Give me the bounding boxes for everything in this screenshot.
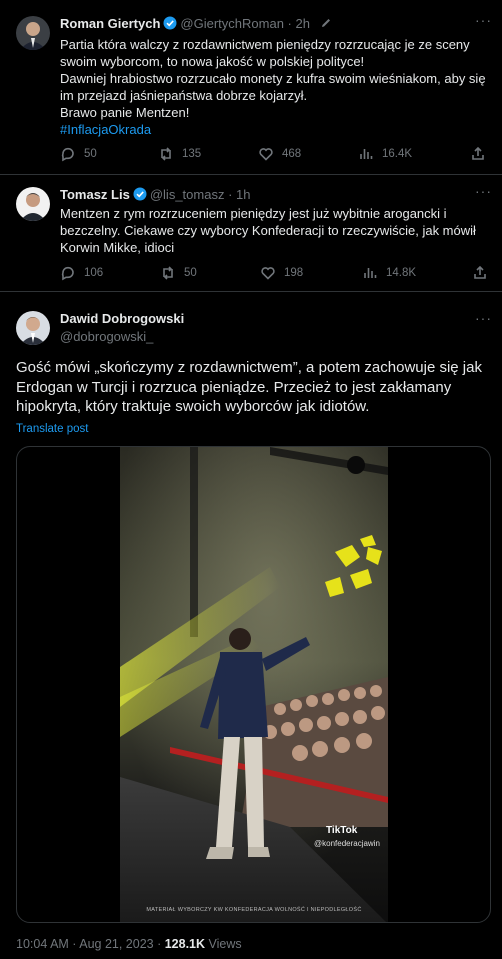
body-line: Partia która walczy z rozdawnictwem pien… (60, 37, 470, 52)
post-timestamp[interactable]: 10:04 AM · Aug 21, 2023 · (16, 937, 165, 951)
tweet-header: Roman Giertych @GiertychRoman · 2h (60, 16, 332, 31)
tweet-body: Partia która walczy z rozdawnictwem pien… (60, 36, 496, 138)
retweet-count: 50 (184, 267, 197, 279)
action-bar: 50 135 468 16.4K (60, 146, 490, 162)
like-count: 468 (282, 148, 302, 160)
text-line: Erdogan w Turcji i rozrzuca pieniądze. P… (16, 378, 452, 396)
more-options-icon[interactable]: ··· (475, 12, 492, 28)
reply-count: 106 (84, 267, 104, 279)
hashtag-link[interactable]: #InflacjaOkrada (60, 121, 496, 138)
share-icon (472, 146, 484, 160)
retweet-button[interactable]: 135 (158, 146, 201, 162)
author-name[interactable]: Dawid Dobrogowski (60, 311, 184, 326)
tweet-giertych[interactable]: Roman Giertych @GiertychRoman · 2h ··· Pa… (0, 0, 502, 175)
views-label: Views (205, 937, 242, 951)
post-meta: 10:04 AM · Aug 21, 2023 · 128.1K Views (16, 937, 242, 951)
views-count: 16.4K (382, 148, 413, 160)
tiktok-handle: @konfederacjawin (314, 839, 380, 848)
avatar[interactable] (16, 187, 50, 221)
analytics-icon (360, 149, 373, 159)
main-tweet-text: Gość mówi „skończymy z rozdawnictwem”, a… (16, 358, 494, 417)
share-icon (474, 265, 486, 279)
avatar[interactable] (16, 311, 50, 345)
video-frame[interactable]: TikTok @konfederacjawin MATERIAŁ WYBORCZ… (120, 447, 388, 922)
author-name[interactable]: Tomasz Lis (60, 187, 130, 202)
body-line: Mentzen z rym rozrzuceniem pieniędzy jes… (60, 206, 447, 221)
avatar[interactable] (16, 16, 50, 50)
tweet-body: Mentzen z rym rozrzuceniem pieniędzy jes… (60, 205, 496, 256)
verified-badge-icon (133, 187, 147, 201)
like-button[interactable]: 468 (258, 146, 301, 162)
heart-icon (259, 148, 273, 161)
separator-dot: · (283, 16, 296, 31)
edited-pencil-icon (320, 17, 332, 29)
body-line: swoim wyborcom, to nowa jakość w polskie… (60, 54, 365, 69)
author-handle[interactable]: @dobrogowski_ (60, 329, 153, 344)
verified-badge-icon (163, 16, 177, 30)
reply-button[interactable]: 50 (60, 146, 97, 162)
post-time[interactable]: 1h (236, 187, 250, 202)
share-button[interactable] (472, 265, 488, 281)
author-handle[interactable]: @lis_tomasz (150, 187, 225, 202)
views-count: 128.1K (164, 937, 206, 951)
reply-button[interactable]: 106 (60, 265, 103, 281)
action-bar: 106 50 198 14.8K (60, 265, 490, 281)
body-line: Korwin Mikke, idioci (60, 240, 175, 255)
text-line: Gość mówi „skończymy z rozdawnictwem”, a… (16, 359, 482, 376)
avatar-image (16, 187, 50, 221)
tweet-header: Tomasz Lis @lis_tomasz · 1h (60, 187, 250, 202)
post-time[interactable]: 2h (296, 16, 310, 31)
author-handle-row: @dobrogowski_ (60, 329, 153, 344)
video-player[interactable]: TikTok @konfederacjawin MATERIAŁ WYBORCZ… (16, 446, 491, 923)
reply-icon (61, 147, 74, 162)
views-button[interactable]: 14.8K (362, 265, 416, 281)
retweet-count: 135 (182, 148, 202, 160)
like-count: 198 (284, 267, 304, 279)
avatar-image (16, 16, 50, 50)
text-line: hipokryta, który traktuje swoich wyborcó… (16, 398, 370, 415)
more-options-icon[interactable]: ··· (475, 183, 492, 199)
body-line: Brawo panie Mentzen! (60, 105, 190, 120)
author-handle[interactable]: @GiertychRoman (180, 16, 284, 31)
avatar-image (16, 311, 50, 345)
heart-icon (261, 267, 275, 280)
body-line: im przejazd jaśniepaństwa dobrze kojarzy… (60, 88, 308, 103)
body-line: Dawniej hrabiostwo rozrzucało monety z k… (60, 71, 486, 86)
translate-post-link[interactable]: Translate post (16, 423, 88, 435)
views-count: 14.8K (386, 267, 417, 279)
reply-icon (61, 266, 74, 281)
body-line: bezczelny. Ciekawe czy wyborcy Konfedera… (60, 223, 476, 238)
views-button[interactable]: 16.4K (358, 146, 412, 162)
concert-scene-image (120, 447, 388, 922)
separator-dot: · (224, 187, 237, 202)
like-button[interactable]: 198 (260, 265, 303, 281)
tiktok-logo-label: TikTok (326, 825, 358, 836)
tweet-lis[interactable]: Tomasz Lis @lis_tomasz · 1h ··· Mentzen z… (0, 175, 502, 292)
tweet-header: Dawid Dobrogowski (60, 311, 184, 326)
author-name[interactable]: Roman Giertych (60, 16, 160, 31)
share-button[interactable] (470, 146, 486, 162)
retweet-icon (163, 266, 173, 280)
analytics-icon (364, 268, 377, 278)
retweet-button[interactable]: 50 (160, 265, 197, 281)
retweet-icon (161, 147, 171, 161)
reply-count: 50 (84, 148, 97, 160)
video-watermark: MATERIAŁ WYBORCZY KW KONFEDERACJA WOLNOŚ… (146, 907, 362, 913)
more-options-icon[interactable]: ··· (475, 310, 492, 326)
